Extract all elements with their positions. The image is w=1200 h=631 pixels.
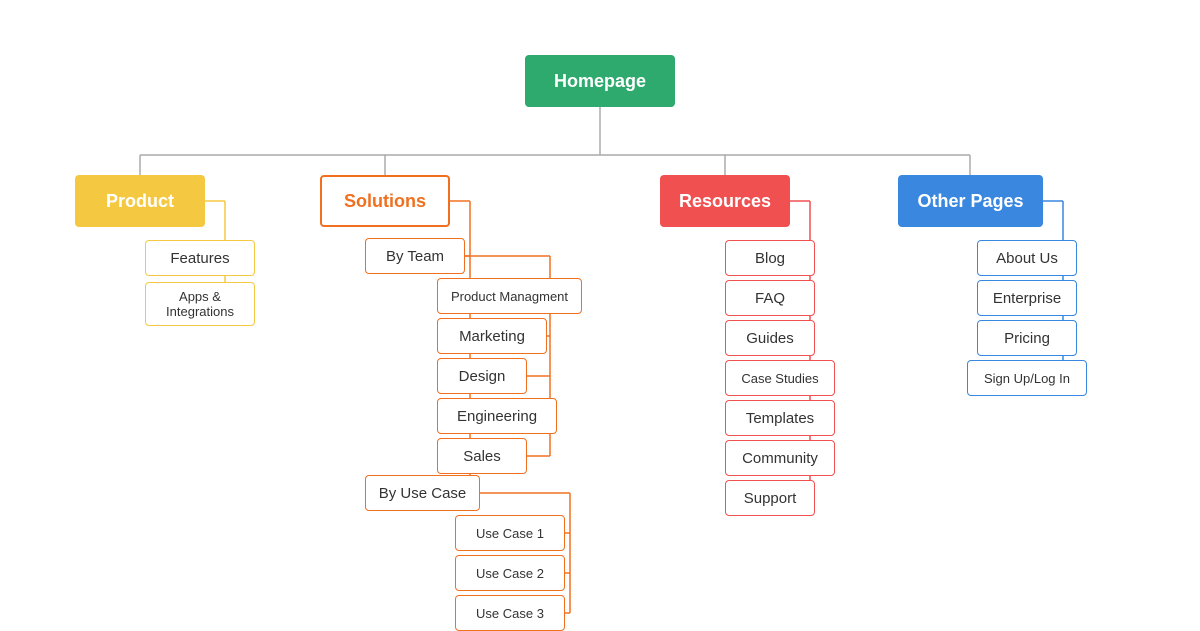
solutions-node: Solutions (320, 175, 450, 227)
prodmgmt-label: Product Managment (451, 289, 568, 304)
prodmgmt-node: Product Managment (437, 278, 582, 314)
byteam-label: By Team (386, 248, 444, 265)
apps-node: Apps & Integrations (145, 282, 255, 326)
signup-label: Sign Up/Log In (984, 371, 1070, 386)
marketing-label: Marketing (459, 328, 525, 345)
otherpages-node: Other Pages (898, 175, 1043, 227)
byteam-node: By Team (365, 238, 465, 274)
usecase1-node: Use Case 1 (455, 515, 565, 551)
faq-label: FAQ (755, 290, 785, 307)
blog-node: Blog (725, 240, 815, 276)
design-label: Design (459, 368, 506, 385)
signup-node: Sign Up/Log In (967, 360, 1087, 396)
blog-label: Blog (755, 250, 785, 267)
sales-node: Sales (437, 438, 527, 474)
features-node: Features (145, 240, 255, 276)
byusecase-node: By Use Case (365, 475, 480, 511)
casestudies-label: Case Studies (741, 371, 818, 386)
usecase3-label: Use Case 3 (476, 606, 544, 621)
marketing-node: Marketing (437, 318, 547, 354)
enterprise-label: Enterprise (993, 290, 1061, 307)
community-label: Community (742, 450, 818, 467)
aboutus-node: About Us (977, 240, 1077, 276)
pricing-node: Pricing (977, 320, 1077, 356)
engineering-node: Engineering (437, 398, 557, 434)
guides-label: Guides (746, 330, 794, 347)
support-node: Support (725, 480, 815, 516)
community-node: Community (725, 440, 835, 476)
site-map-diagram: Homepage Product Features Apps & Integra… (0, 0, 1200, 630)
product-node: Product (75, 175, 205, 227)
usecase3-node: Use Case 3 (455, 595, 565, 631)
resources-node: Resources (660, 175, 790, 227)
resources-label: Resources (679, 191, 771, 212)
sales-label: Sales (463, 448, 501, 465)
usecase2-node: Use Case 2 (455, 555, 565, 591)
apps-label: Apps & Integrations (146, 289, 254, 319)
guides-node: Guides (725, 320, 815, 356)
homepage-node: Homepage (525, 55, 675, 107)
byusecase-label: By Use Case (379, 485, 467, 502)
support-label: Support (744, 490, 797, 507)
enterprise-node: Enterprise (977, 280, 1077, 316)
homepage-label: Homepage (554, 71, 646, 92)
aboutus-label: About Us (996, 250, 1058, 267)
features-label: Features (170, 250, 229, 267)
usecase2-label: Use Case 2 (476, 566, 544, 581)
product-label: Product (106, 191, 174, 212)
templates-node: Templates (725, 400, 835, 436)
faq-node: FAQ (725, 280, 815, 316)
otherpages-label: Other Pages (917, 191, 1023, 212)
engineering-label: Engineering (457, 408, 537, 425)
pricing-label: Pricing (1004, 330, 1050, 347)
casestudies-node: Case Studies (725, 360, 835, 396)
templates-label: Templates (746, 410, 814, 427)
design-node: Design (437, 358, 527, 394)
solutions-label: Solutions (344, 191, 426, 212)
usecase1-label: Use Case 1 (476, 526, 544, 541)
